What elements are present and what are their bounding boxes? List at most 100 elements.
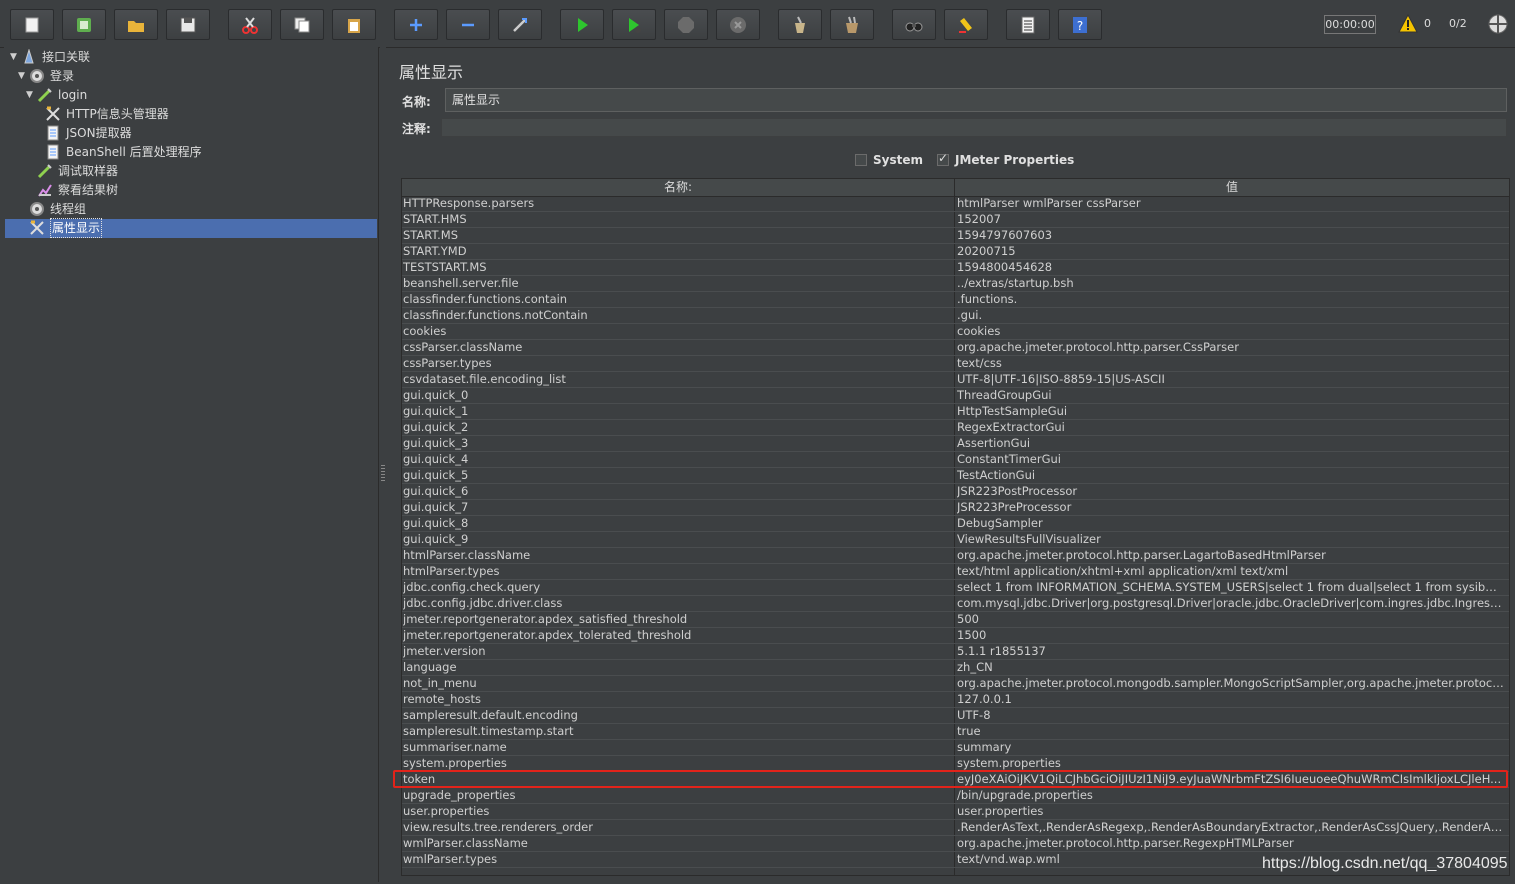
tree-node-label: HTTP信息头管理器 xyxy=(66,107,169,121)
table-row[interactable]: upgrade_properties/bin/upgrade.propertie… xyxy=(402,788,1509,804)
table-row[interactable]: gui.quick_9 ViewResultsFullVisualizer xyxy=(402,532,1509,548)
table-row[interactable]: language zh_CN xyxy=(402,660,1509,676)
jmeter-properties-checkbox[interactable] xyxy=(937,151,949,166)
table-row[interactable]: START.MS 1594797607603 xyxy=(402,228,1509,244)
table-row[interactable]: gui.quick_0 ThreadGroupGui xyxy=(402,388,1509,404)
open-button[interactable] xyxy=(114,9,158,40)
collapse-button[interactable] xyxy=(446,9,490,40)
tree-node-login-sampler[interactable]: ▼ login xyxy=(26,86,87,104)
property-name-cell: classfinder.functions.notContain xyxy=(403,308,588,322)
listener-icon xyxy=(36,182,54,198)
property-name-cell: cssParser.className xyxy=(403,340,523,354)
clear-icon xyxy=(795,16,805,33)
help-button[interactable]: ? xyxy=(1058,9,1102,40)
table-row[interactable]: remote_hosts 127.0.0.1 xyxy=(402,692,1509,708)
table-row[interactable]: gui.quick_1 HttpTestSampleGui xyxy=(402,404,1509,420)
property-value-cell: system.properties xyxy=(957,756,1061,770)
tree-node-view-results-tree[interactable]: 察看结果树 xyxy=(36,181,118,199)
table-row[interactable]: TESTSTART.MS 1594800454628 xyxy=(402,260,1509,276)
function-helper-button[interactable] xyxy=(1006,9,1050,40)
expand-arrow-icon[interactable]: ▼ xyxy=(26,86,36,104)
warning-icon[interactable] xyxy=(1398,14,1418,33)
property-value-cell: RegexExtractorGui xyxy=(957,420,1065,434)
table-row[interactable]: jmeter.reportgenerator.apdex_satisfied_t… xyxy=(402,612,1509,628)
reset-search-button[interactable] xyxy=(944,9,988,40)
table-row[interactable]: summariser.name summary xyxy=(402,740,1509,756)
toggle-button[interactable] xyxy=(498,9,542,40)
post-processor-icon xyxy=(44,125,62,141)
table-row[interactable]: jmeter.reportgenerator.apdex_tolerated_t… xyxy=(402,628,1509,644)
table-row[interactable]: htmlParser.className org.apache.jmeter.pr… xyxy=(402,548,1509,564)
table-row[interactable]: cssParser.types text/css xyxy=(402,356,1509,372)
tree-node-debug-sampler[interactable]: 调试取样器 xyxy=(36,162,118,180)
table-row[interactable]: gui.quick_7 JSR223PreProcessor xyxy=(402,500,1509,516)
table-row[interactable]: gui.quick_3 AssertionGui xyxy=(402,436,1509,452)
property-name-cell: jmeter.version xyxy=(403,644,486,658)
table-row[interactable]: wmlParser.className org.apache.jmeter.pro… xyxy=(402,836,1509,852)
new-button[interactable] xyxy=(10,9,54,40)
property-name-cell: summariser.name xyxy=(403,740,507,754)
table-row[interactable]: view.results.tree.renderers_order .Render… xyxy=(402,820,1509,836)
table-row[interactable]: gui.quick_2 RegexExtractorGui xyxy=(402,420,1509,436)
templates-button[interactable] xyxy=(62,9,106,40)
save-button[interactable] xyxy=(166,9,210,40)
tree-node-login-group[interactable]: ▼ 登录 xyxy=(18,67,74,85)
table-row[interactable]: classfinder.functions.notContain .gui. xyxy=(402,308,1509,324)
table-row[interactable]: user.properties user.properties xyxy=(402,804,1509,820)
table-row[interactable]: gui.quick_6 JSR223PostProcessor xyxy=(402,484,1509,500)
table-row[interactable]: START.HMS 152007 xyxy=(402,212,1509,228)
search-button[interactable] xyxy=(892,9,936,40)
shutdown-button[interactable] xyxy=(716,9,760,40)
name-input[interactable]: 属性显示 xyxy=(445,88,1507,112)
table-row[interactable]: cssParser.className org.apache.jmeter.pro… xyxy=(402,340,1509,356)
start-no-pause-button[interactable] xyxy=(612,9,656,40)
table-row[interactable]: jmeter.version 5.1.1 r1855137 xyxy=(402,644,1509,660)
table-row[interactable]: csvdataset.file.encoding_list UTF-8|UTF-1… xyxy=(402,372,1509,388)
tree-node-property-display[interactable]: 属性显示 xyxy=(28,218,103,238)
paste-button[interactable] xyxy=(332,9,376,40)
column-header-name[interactable]: 名称: xyxy=(402,179,955,196)
toolbar: ? 00:00:00 0 0/2 xyxy=(0,0,1515,48)
stop-button[interactable] xyxy=(664,9,708,40)
remote-globe-icon[interactable] xyxy=(1487,13,1509,35)
tree-node-header-manager[interactable]: HTTP信息头管理器 xyxy=(44,105,169,123)
comment-input[interactable] xyxy=(441,118,1507,137)
expand-arrow-icon[interactable]: ▼ xyxy=(18,67,28,85)
property-value-cell: 152007 xyxy=(957,212,1001,226)
start-button[interactable] xyxy=(560,9,604,40)
copy-button[interactable] xyxy=(280,9,324,40)
tree-node-beanshell[interactable]: BeanShell 后置处理程序 xyxy=(44,143,202,161)
tree-node-test-plan[interactable]: ▼ 接口关联 xyxy=(10,48,90,66)
table-row[interactable]: classfinder.functions.contain .functions. xyxy=(402,292,1509,308)
table-row[interactable]: HTTPResponse.parsers htmlParser wmlParser… xyxy=(402,196,1509,212)
table-row[interactable]: sampleresult.default.encoding UTF-8 xyxy=(402,708,1509,724)
table-row[interactable]: sampleresult.timestamp.start true xyxy=(402,724,1509,740)
table-row[interactable]: gui.quick_4 ConstantTimerGui xyxy=(402,452,1509,468)
column-header-value[interactable]: 值 xyxy=(955,179,1509,196)
property-name-cell: gui.quick_1 xyxy=(403,404,469,418)
table-row[interactable]: beanshell.server.file ../extras/startup.b… xyxy=(402,276,1509,292)
table-row[interactable]: jdbc.config.jdbc.driver.class com.mysql.j… xyxy=(402,596,1509,612)
cut-button[interactable] xyxy=(228,9,272,40)
property-value-cell: text/css xyxy=(957,356,1002,370)
watermark: https://blog.csdn.net/qq_37804095 xyxy=(1262,855,1508,872)
property-name-cell: START.YMD xyxy=(403,244,467,258)
expand-arrow-icon[interactable]: ▼ xyxy=(10,48,20,66)
table-row[interactable]: gui.quick_5 TestActionGui xyxy=(402,468,1509,484)
table-row[interactable]: gui.quick_8 DebugSampler xyxy=(402,516,1509,532)
table-row[interactable]: jdbc.config.check.query select 1 from INF… xyxy=(402,580,1509,596)
system-checkbox[interactable] xyxy=(855,154,867,166)
property-name-cell: gui.quick_0 xyxy=(403,388,469,402)
property-value-cell: ViewResultsFullVisualizer xyxy=(957,532,1101,546)
clear-all-button[interactable] xyxy=(830,9,874,40)
tree-node-thread-group[interactable]: 线程组 xyxy=(28,200,86,218)
table-row[interactable]: not_in_menu org.apache.jmeter.protocol.mo… xyxy=(402,676,1509,692)
table-row[interactable]: htmlParser.types text/html application/xh… xyxy=(402,564,1509,580)
clear-button[interactable] xyxy=(778,9,822,40)
tree-node-json-extractor[interactable]: JSON提取器 xyxy=(44,124,132,142)
property-value-cell: TestActionGui xyxy=(957,468,1036,482)
table-row[interactable]: START.YMD 20200715 xyxy=(402,244,1509,260)
expand-button[interactable] xyxy=(394,9,438,40)
splitter-grip[interactable] xyxy=(381,465,385,483)
table-row[interactable]: cookies cookies xyxy=(402,324,1509,340)
